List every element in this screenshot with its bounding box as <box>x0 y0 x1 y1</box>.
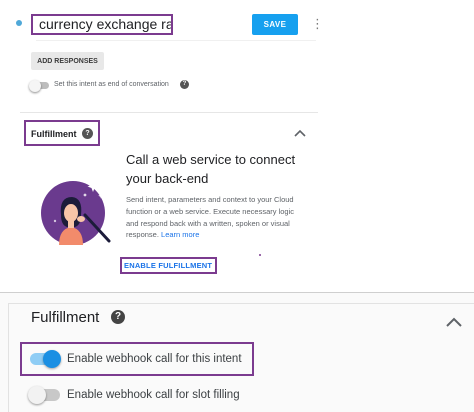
enable-fulfillment-button[interactable]: ENABLE FULFILLMENT <box>124 261 214 271</box>
fulfillment-section-title: Fulfillment <box>31 309 100 326</box>
intent-editor-panel <box>0 0 474 292</box>
fulfillment-section-title: Fulfillment <box>31 129 77 139</box>
chevron-up-icon[interactable] <box>293 128 307 138</box>
end-of-conversation-toggle[interactable] <box>29 79 49 92</box>
intent-name-field[interactable]: currency exchange rate <box>31 14 173 35</box>
divider <box>8 303 9 412</box>
toggle-knob <box>29 79 41 92</box>
toggle-knob <box>43 350 61 368</box>
webhook-slot-filling-label: Enable webhook call for slot filling <box>67 389 240 401</box>
webhook-intent-toggle[interactable] <box>30 350 61 368</box>
fulfillment-heading: Call a web service to connect your back-… <box>126 152 296 186</box>
webhook-slot-filling-toggle[interactable] <box>28 386 60 404</box>
divider <box>8 303 474 304</box>
more-vert-icon[interactable]: ⋮ <box>311 15 324 33</box>
add-responses-button[interactable]: ADD RESPONSES <box>31 52 104 70</box>
wizard-illustration <box>41 181 111 245</box>
decorative-dot <box>259 254 261 256</box>
chevron-up-icon[interactable] <box>445 316 463 328</box>
divider <box>20 112 318 113</box>
end-of-conversation-label: Set this intent as end of conversation <box>54 81 169 88</box>
webhook-intent-label: Enable webhook call for this intent <box>67 353 242 365</box>
fulfillment-description: Send intent, parameters and context to y… <box>126 194 294 241</box>
help-icon[interactable]: ? <box>111 310 125 324</box>
save-button[interactable]: SAVE <box>252 14 298 35</box>
status-dot <box>16 20 22 26</box>
help-icon[interactable]: ? <box>180 80 189 89</box>
divider <box>36 40 316 41</box>
fulfillment-description-text: Send intent, parameters and context to y… <box>126 195 294 240</box>
toggle-knob <box>28 386 46 404</box>
help-icon[interactable]: ? <box>82 128 93 139</box>
learn-more-link[interactable]: Learn more <box>161 230 199 239</box>
